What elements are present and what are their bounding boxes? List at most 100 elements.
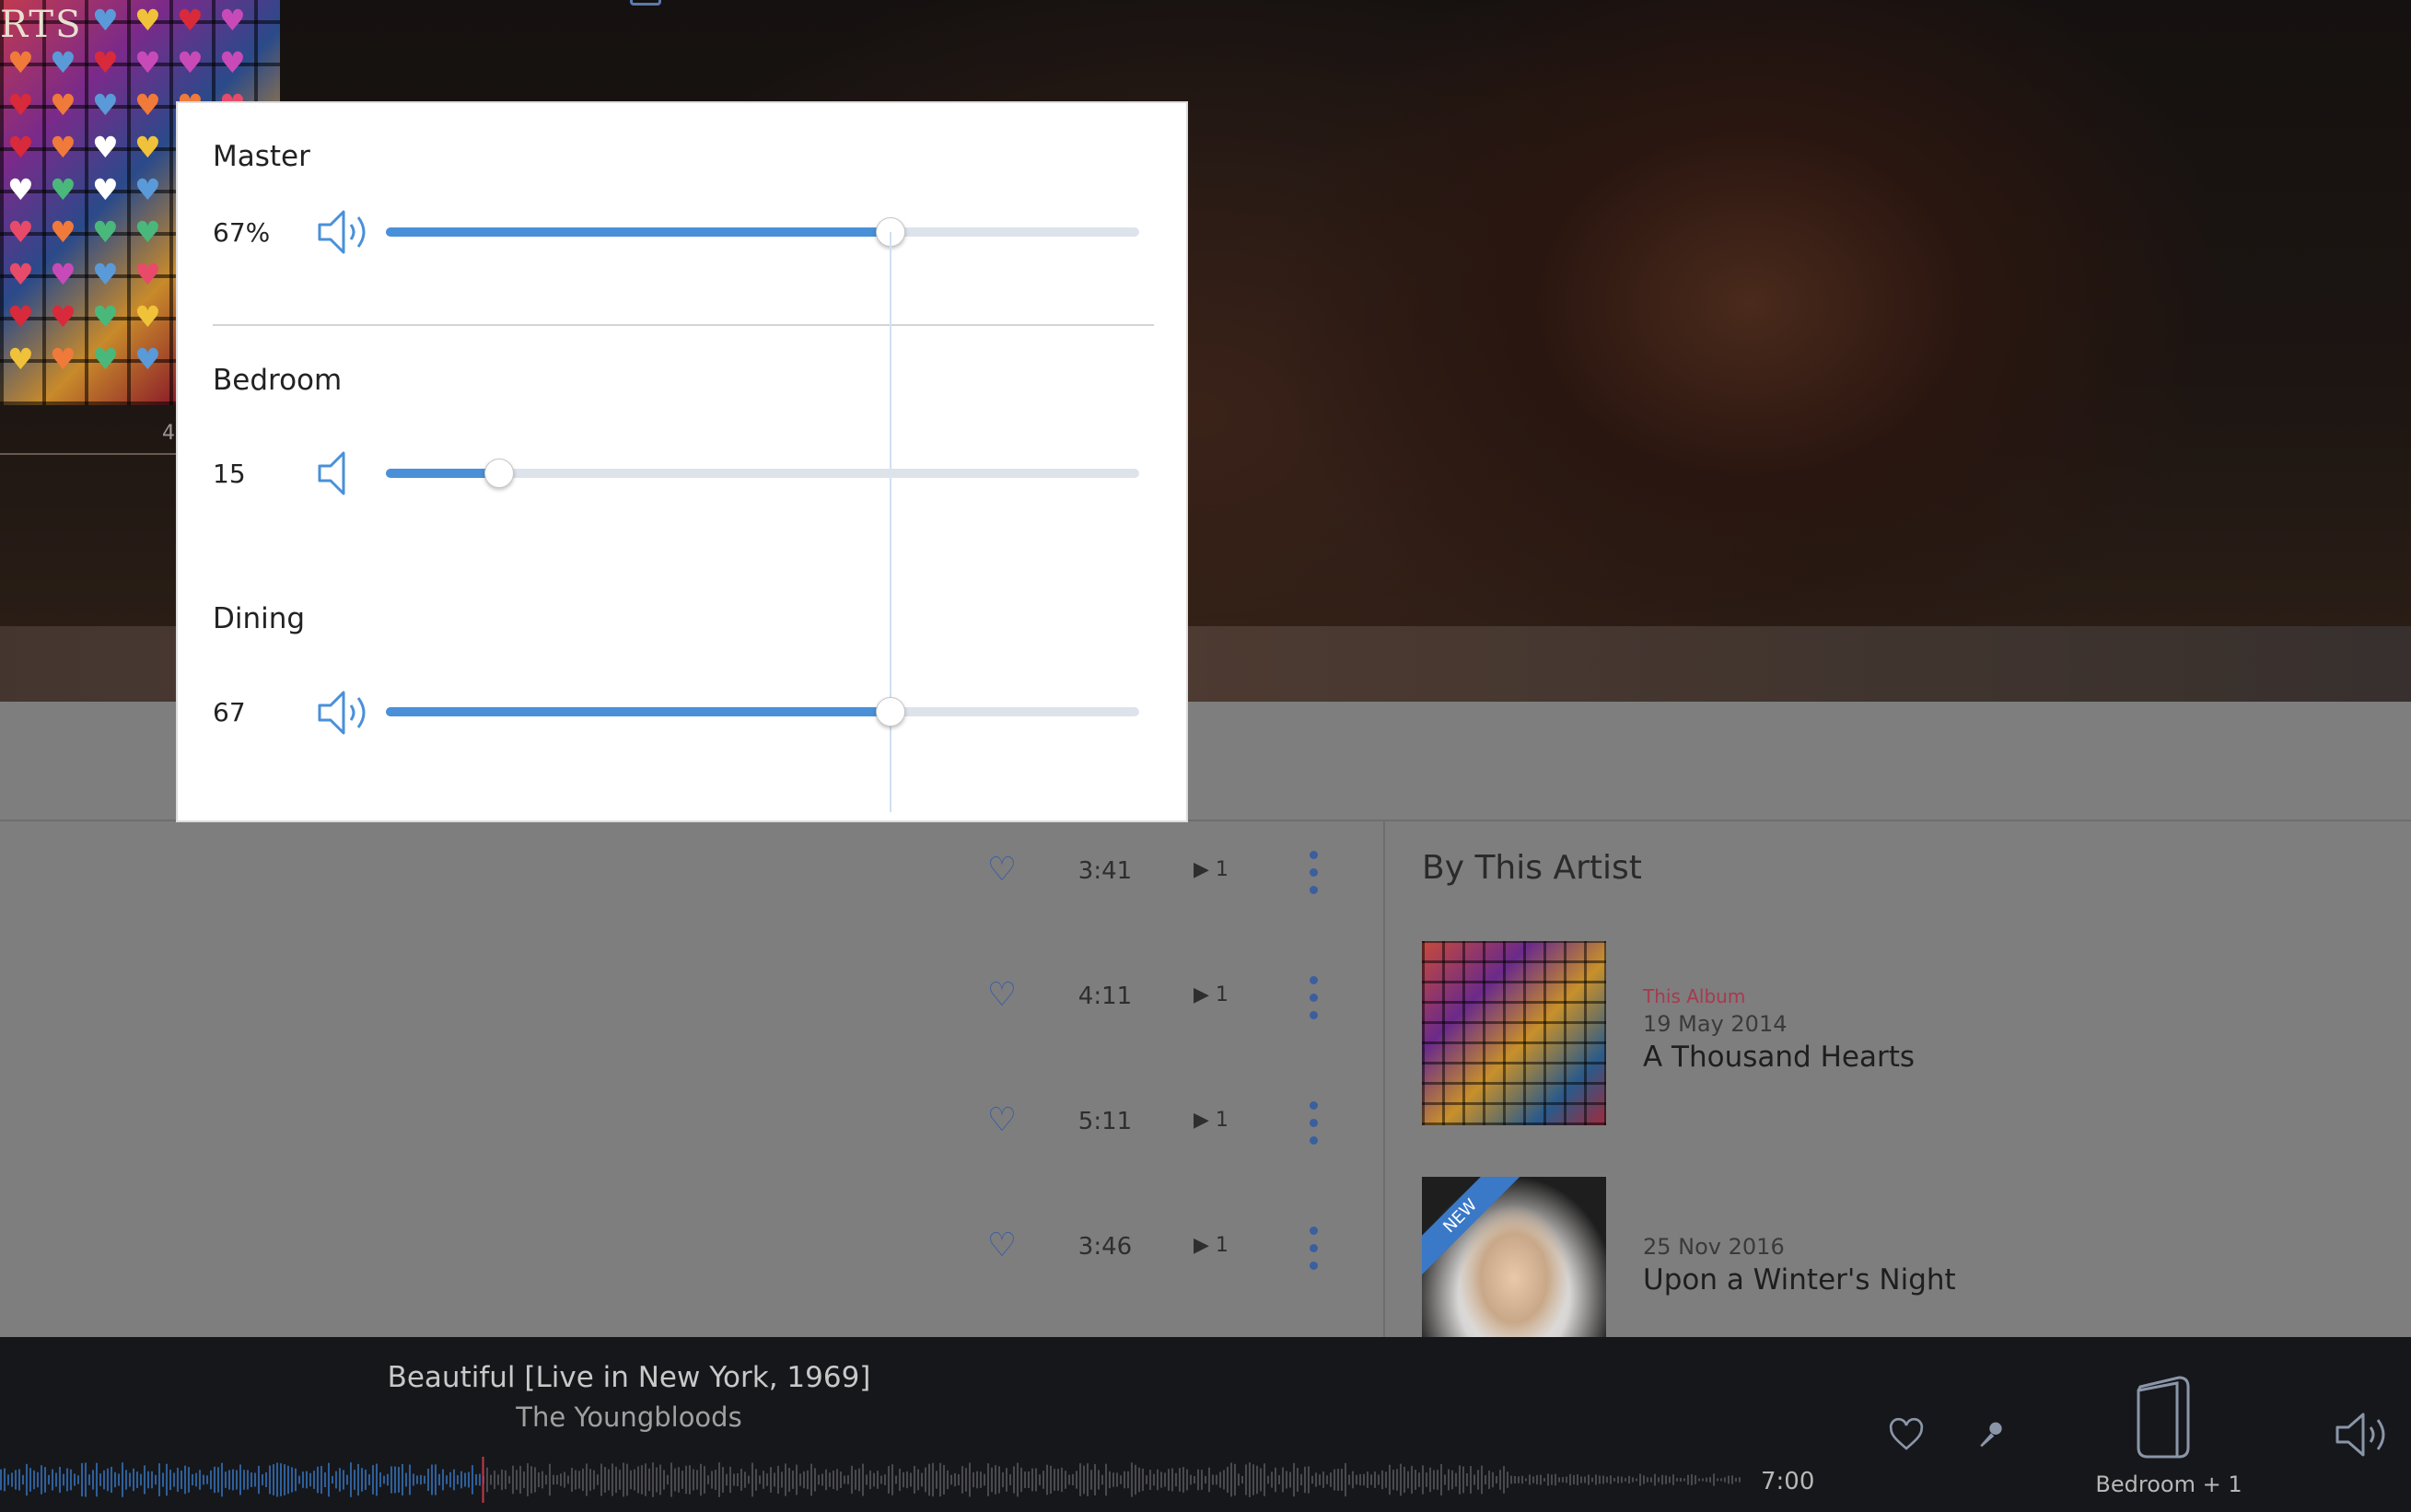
waveform-bar: [70, 1469, 72, 1491]
waveform-bar: [903, 1471, 904, 1488]
heart-icon[interactable]: [1888, 1416, 1925, 1453]
waveform-bar: [1695, 1475, 1696, 1484]
waveform-bar: [858, 1468, 860, 1492]
waveform-bar: [361, 1468, 363, 1492]
waveform-bar: [265, 1471, 267, 1488]
album-card[interactable]: NEW 25 Nov 2016 Upon a Winter's Night: [1422, 1177, 2343, 1361]
waveform-bar: [1426, 1472, 1427, 1487]
waveform-bar: [273, 1464, 274, 1495]
waveform-bar: [1131, 1462, 1133, 1497]
playhead[interactable]: [482, 1457, 484, 1503]
waveform-bar: [1661, 1474, 1663, 1485]
master-volume-slider[interactable]: [386, 217, 1139, 247]
volume-dialog: Master 67% Bedroom 15 Dining 67: [176, 101, 1188, 822]
more-options-icon[interactable]: [1299, 851, 1328, 895]
speaker-quiet-icon[interactable]: [314, 444, 373, 503]
waveform-bar: [950, 1474, 952, 1485]
waveform-bar: [1322, 1471, 1324, 1488]
waveform-bar: [1149, 1470, 1151, 1490]
top-toggle-icon[interactable]: [630, 0, 661, 6]
now-playing-artist[interactable]: The Youngbloods: [0, 1402, 1258, 1433]
track-duration: 3:41: [1077, 857, 1133, 885]
more-options-icon[interactable]: [1299, 1101, 1328, 1146]
waveform-bar: [33, 1470, 35, 1490]
album-art[interactable]: NEW: [1422, 1177, 1606, 1361]
waveform-bar: [472, 1465, 473, 1495]
zone-speaker-icon[interactable]: [2129, 1370, 2203, 1462]
waveform-bar: [1282, 1467, 1284, 1493]
waveform-bar: [1230, 1462, 1232, 1497]
more-options-icon[interactable]: [1299, 1227, 1328, 1271]
waveform-bar: [1672, 1474, 1674, 1485]
zone-volume-slider-bedroom[interactable]: [386, 459, 1139, 488]
track-row[interactable]: ♡ 3:46 ▶ 1: [0, 1186, 1381, 1311]
waveform-bar: [770, 1467, 772, 1493]
waveform-bar: [1006, 1468, 1007, 1492]
heart-icon[interactable]: ♡: [984, 1227, 1020, 1264]
waveform-bar: [1525, 1478, 1527, 1482]
heart-icon[interactable]: ♡: [984, 977, 1020, 1014]
waveform-bar: [1415, 1470, 1416, 1490]
zone-selector-label[interactable]: Bedroom + 1: [2081, 1471, 2256, 1497]
play-count: ▶ 1: [1194, 983, 1229, 1006]
waveform-bar: [1345, 1462, 1346, 1497]
cover-heart: ♥: [50, 130, 76, 165]
waveform-bar: [1186, 1469, 1188, 1491]
waveform-bar: [700, 1463, 702, 1496]
now-playing-title[interactable]: Beautiful [Live in New York, 1969]: [0, 1361, 1258, 1394]
album-title[interactable]: A Thousand Hearts: [1643, 1041, 1915, 1074]
waveform-bar: [1381, 1470, 1383, 1490]
microphone-icon[interactable]: [1973, 1416, 2009, 1453]
album-card[interactable]: This Album 19 May 2014 A Thousand Hearts: [1422, 941, 2343, 1125]
slider-thumb[interactable]: [483, 459, 514, 488]
volume-icon[interactable]: [2332, 1405, 2391, 1464]
waveform-bar: [1297, 1468, 1299, 1492]
play-count: ▶ 1: [1194, 1234, 1229, 1257]
waveform-bar: [667, 1474, 669, 1485]
waveform-bar: [1521, 1475, 1523, 1484]
waveform-bar: [1057, 1469, 1059, 1491]
waveform-bar: [383, 1475, 385, 1484]
track-row[interactable]: ♡ 5:11 ▶ 1: [0, 1061, 1381, 1186]
waveform-bar: [1418, 1472, 1420, 1487]
waveform-bar: [1223, 1470, 1225, 1490]
waveform-bar: [1437, 1470, 1438, 1490]
waveform-bar: [1617, 1476, 1619, 1483]
album-art[interactable]: [1422, 941, 1606, 1125]
slider-thumb[interactable]: [876, 697, 906, 727]
waveform-seekbar[interactable]: [0, 1457, 1750, 1503]
more-options-icon[interactable]: [1299, 976, 1328, 1020]
waveform-bar: [92, 1470, 94, 1490]
cover-heart: ♥: [50, 87, 76, 122]
waveform-bar: [1485, 1474, 1486, 1485]
waveform-bar: [519, 1465, 521, 1495]
waveform-bar: [232, 1469, 234, 1491]
waveform-bar: [751, 1462, 753, 1497]
waveform-bar: [766, 1473, 768, 1486]
zone-volume-slider-dining[interactable]: [386, 697, 1139, 727]
master-label: Master: [213, 140, 310, 173]
speaker-loud-icon[interactable]: [314, 683, 373, 742]
waveform-bar: [729, 1466, 731, 1494]
waveform-bar: [22, 1474, 24, 1485]
waveform-bar: [1205, 1475, 1206, 1484]
play-count-value: 1: [1215, 983, 1229, 1006]
waveform-bar: [844, 1475, 845, 1484]
waveform-bar: [372, 1465, 374, 1495]
waveform-bar: [1396, 1469, 1398, 1491]
waveform-bar: [195, 1472, 197, 1487]
waveform-bar: [1385, 1471, 1387, 1488]
waveform-bar: [1580, 1476, 1582, 1483]
waveform-bar: [807, 1470, 809, 1490]
waveform-bar: [1315, 1472, 1317, 1487]
album-title[interactable]: Upon a Winter's Night: [1643, 1263, 1956, 1297]
speaker-loud-icon[interactable]: [314, 203, 373, 262]
waveform-bar: [847, 1475, 849, 1484]
track-row[interactable]: ♡ 3:41 ▶ 1: [0, 810, 1381, 936]
track-row[interactable]: ♡ 4:11 ▶ 1: [0, 936, 1381, 1061]
heart-icon[interactable]: ♡: [984, 852, 1020, 889]
waveform-bar: [505, 1470, 507, 1490]
waveform-bar: [1702, 1478, 1704, 1482]
waveform-bar: [1234, 1463, 1236, 1496]
heart-icon[interactable]: ♡: [984, 1102, 1020, 1139]
